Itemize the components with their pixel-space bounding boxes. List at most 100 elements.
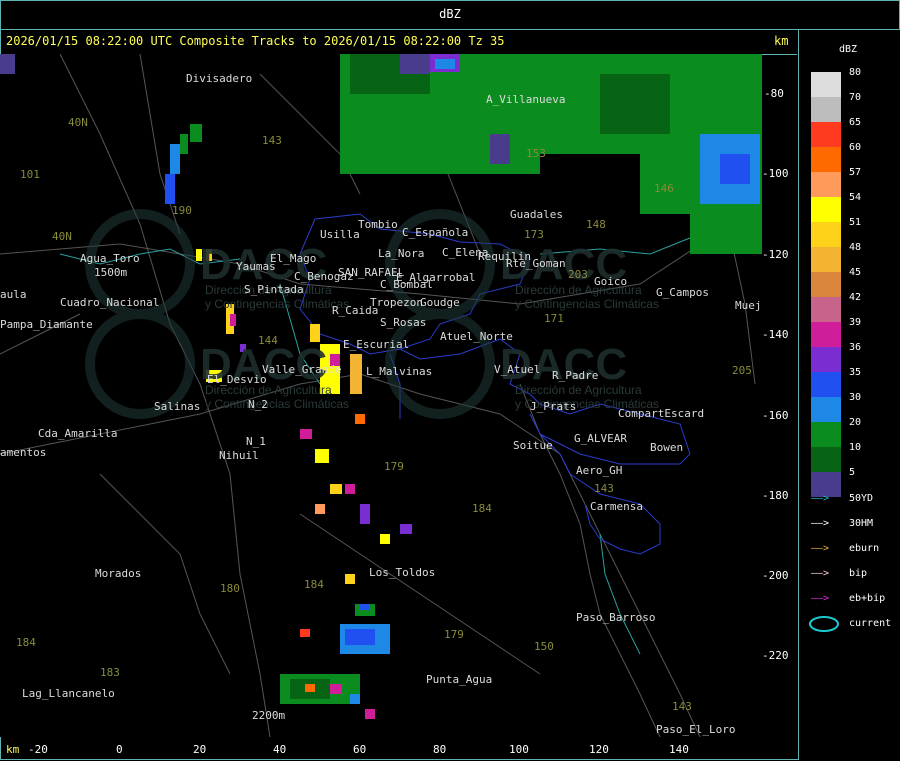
place-label: Cuadro_Nacional	[60, 296, 160, 309]
track-arrow-icon: ——>	[811, 518, 830, 529]
place-label: La_Nora	[378, 247, 425, 260]
dbz-value-label: 54	[849, 192, 862, 203]
x-tick-label: 100	[509, 743, 529, 756]
track-label: eb+bip	[849, 593, 886, 604]
watermark-subtitle: y Contingencias Climáticas	[515, 297, 659, 311]
radar-map[interactable]: DACC DACC DACC DACC Dirección de Agricul…	[0, 54, 762, 737]
place-label: CompartEscard	[618, 407, 705, 420]
place-label: Goico	[594, 275, 628, 288]
dbz-swatch	[811, 322, 841, 347]
place-label: Carmensa	[590, 500, 643, 513]
window-title-bar: dBZ	[0, 0, 900, 30]
dbz-value-label: 65	[849, 117, 862, 128]
place-label: Lag_Llancanelo	[22, 687, 115, 700]
watermark-subtitle: y Contingencias Climáticas	[205, 297, 349, 311]
x-tick-label: 140	[669, 743, 689, 756]
x-tick-label: 0	[116, 743, 123, 756]
place-label: G_Campos	[656, 286, 709, 299]
route-number: 143	[672, 700, 692, 713]
track-arrow-icon: ——>	[811, 543, 830, 554]
route-number: 190	[172, 204, 192, 217]
dbz-value-label: 57	[849, 167, 862, 178]
place-label: Valle_Grande	[262, 363, 342, 376]
place-label: S_Pintada	[244, 283, 304, 296]
place-label: Cda_Amarilla	[38, 427, 118, 440]
route-number: 179	[444, 628, 464, 641]
dbz-value-label: 20	[849, 417, 862, 428]
x-tick-label: -20	[28, 743, 48, 756]
y-tick-label: -180	[762, 489, 789, 502]
y-tick-label: -100	[762, 167, 789, 180]
dbz-value-label: 5	[849, 467, 856, 478]
dbz-value-label: 30	[849, 392, 862, 403]
route-number: 144	[258, 334, 278, 347]
y-tick-label: -160	[762, 409, 789, 422]
route-number: 180	[220, 582, 240, 595]
place-label: Mueje	[735, 299, 762, 312]
dbz-value-label: 80	[849, 67, 862, 78]
place-label: G_ALVEAR	[574, 432, 627, 445]
place-label: aula	[0, 288, 27, 301]
dbz-value-label: 42	[849, 292, 862, 303]
place-label: Aero_GH	[576, 464, 623, 477]
x-axis-unit-label: km	[6, 743, 20, 756]
route-number: 40N	[52, 230, 72, 243]
dbz-swatch	[811, 297, 841, 322]
x-axis: km -20 0 20 40 60 80 100 120 140	[0, 737, 797, 761]
dbz-swatch	[811, 147, 841, 172]
place-label: C_Bombal	[380, 278, 433, 291]
x-tick-label: 120	[589, 743, 609, 756]
route-number: 171	[544, 312, 564, 325]
place-label: Usilla	[320, 228, 360, 241]
route-number: 143	[262, 134, 282, 147]
route-number: 101	[20, 168, 40, 181]
place-label: Tombio	[358, 218, 398, 231]
x-tick-label: 60	[353, 743, 367, 756]
place-label: Paso_El_Loro	[656, 723, 736, 736]
place-label: S_Rosas	[380, 316, 427, 329]
place-label: amentos	[0, 446, 47, 459]
dbz-value-label: 36	[849, 342, 862, 353]
dbz-swatch	[811, 247, 841, 272]
place-label: N_2	[248, 398, 268, 411]
dbz-swatch	[811, 422, 841, 447]
route-number: 153	[526, 147, 546, 160]
track-label: 30HM	[849, 518, 874, 529]
place-label: Divisadero	[186, 72, 253, 85]
dbz-value-label: 48	[849, 242, 862, 253]
place-label: V_Atuel	[494, 363, 541, 376]
elevation-label: 2200m	[252, 709, 286, 722]
current-track-icon	[809, 616, 839, 632]
x-tick-label: 80	[433, 743, 447, 756]
place-label: E_Escurial	[343, 338, 410, 351]
route-number: 146	[654, 182, 674, 195]
place-label: L_Malvinas	[366, 365, 433, 378]
place-label: N_1	[246, 435, 266, 448]
legend-panel: dBZ 80 70 65 60 57 54 51 48 45 42 39 36 35 30 20 10 5 ——…	[798, 29, 899, 759]
dbz-swatch	[811, 347, 841, 372]
storm-cells-south	[280, 604, 390, 719]
y-tick-label: -80	[764, 87, 784, 100]
route-number: 184	[16, 636, 36, 649]
place-label: R_Padre	[552, 369, 599, 382]
dbz-swatch	[811, 97, 841, 122]
place-label: Morados	[95, 567, 142, 580]
dbz-swatch	[811, 222, 841, 247]
place-label: C_Española	[402, 226, 469, 239]
route-number: 203	[568, 268, 588, 281]
current-track-label: current	[849, 618, 892, 629]
dbz-value-label: 35	[849, 367, 862, 378]
place-label: Pampa_Diamante	[0, 318, 93, 331]
place-label: Nihuil	[219, 449, 259, 462]
track-arrow-icon: ——>	[811, 568, 830, 579]
watermark-subtitle: y Contingencias Climáticas	[205, 397, 349, 411]
place-label: Rte_Goman	[506, 257, 566, 270]
x-tick-label: 40	[273, 743, 287, 756]
dbz-value-label: 51	[849, 217, 862, 228]
elevation-label: 1500m	[94, 266, 128, 279]
track-label: eburn	[849, 543, 880, 554]
place-label: Soitue	[513, 439, 553, 452]
route-number: 205	[732, 364, 752, 377]
place-label: J_Prats	[530, 400, 577, 413]
place-label: Goudge	[420, 296, 460, 309]
